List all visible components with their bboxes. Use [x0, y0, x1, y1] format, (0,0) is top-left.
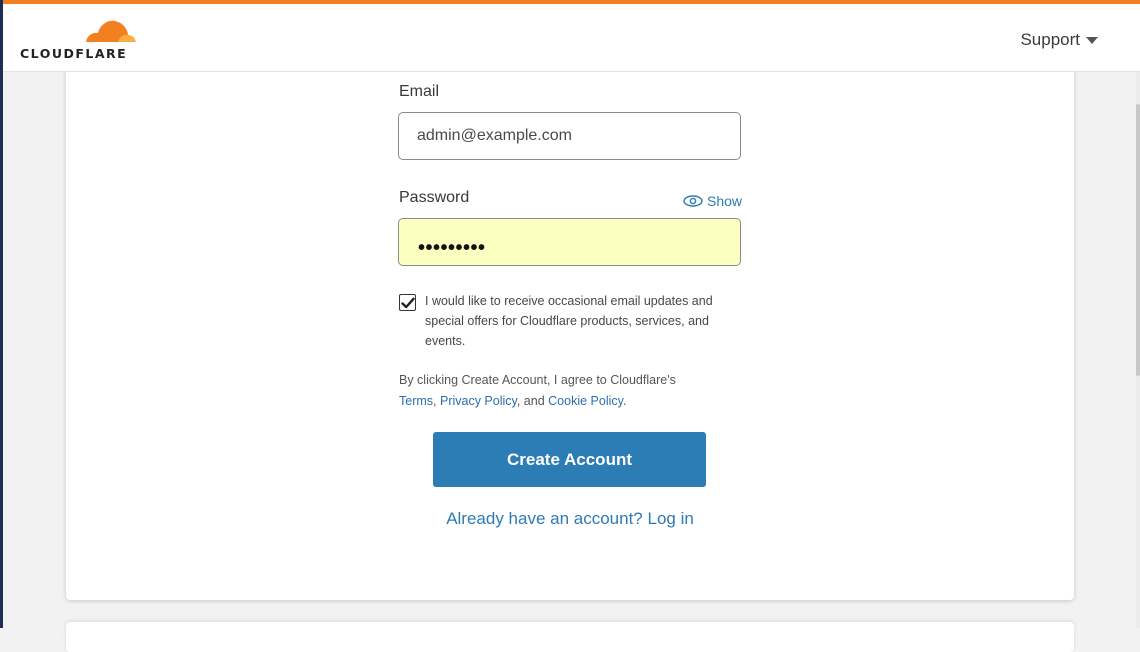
logo-wordmark: CLOUDFLARE: [20, 46, 128, 61]
eye-icon: [683, 195, 703, 207]
support-label: Support: [1020, 30, 1080, 49]
checkmark-icon: [400, 297, 415, 308]
terms-separator-1: ,: [433, 394, 440, 408]
email-input[interactable]: [398, 112, 741, 160]
show-label: Show: [707, 193, 743, 209]
terms-link[interactable]: Terms: [399, 394, 433, 408]
email-updates-checkbox[interactable]: [399, 294, 416, 311]
secondary-card: [66, 622, 1074, 652]
support-menu[interactable]: Support: [1020, 30, 1098, 50]
show-password-toggle[interactable]: Show: [683, 193, 742, 209]
cloudflare-logo[interactable]: CLOUDFLARE: [20, 16, 140, 66]
terms-separator-2: , and: [516, 394, 549, 408]
password-label: Password: [399, 189, 470, 206]
terms-notice: By clicking Create Account, I agree to C…: [399, 370, 739, 412]
log-in-link[interactable]: Already have an account? Log in: [0, 509, 1140, 529]
privacy-policy-link[interactable]: Privacy Policy: [440, 394, 517, 408]
terms-prefix: By clicking Create Account, I agree to C…: [399, 373, 676, 387]
cloud-logo-icon: [84, 20, 138, 45]
email-label: Email: [399, 83, 440, 100]
terms-suffix: .: [622, 394, 627, 408]
top-navigation-bar: CLOUDFLARE Support: [0, 0, 1140, 72]
scrollbar-thumb[interactable]: [1136, 104, 1140, 376]
window-left-edge: [0, 0, 3, 628]
password-masked-value: •••••••••: [418, 237, 486, 259]
caret-down-icon: [1086, 36, 1098, 44]
email-updates-label[interactable]: I would like to receive occasional email…: [425, 291, 750, 351]
create-account-button[interactable]: Create Account: [433, 432, 706, 487]
cookie-policy-link[interactable]: Cookie Policy: [548, 394, 623, 408]
